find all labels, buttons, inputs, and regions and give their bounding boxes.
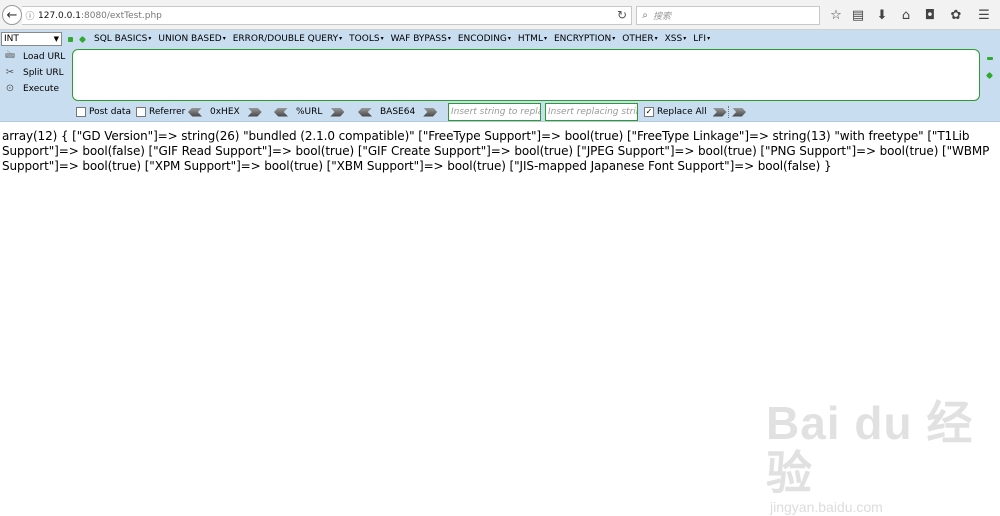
hex-encode-arrow-icon[interactable]: [247, 107, 262, 117]
split-url-label: Split URL: [23, 67, 64, 78]
search-icon: ⌕: [642, 10, 648, 21]
referrer-checkbox[interactable]: [136, 107, 146, 117]
menu-other[interactable]: OTHER: [622, 34, 657, 44]
post-data-option[interactable]: Post data: [76, 104, 131, 120]
menu-encryption[interactable]: ENCRYPTION: [554, 34, 615, 44]
hackbar-menu: SQL BASICS UNION BASED ERROR/DOUBLE QUER…: [94, 34, 717, 44]
load-url-label: Load URL: [23, 51, 66, 62]
download-icon[interactable]: ⬇: [874, 7, 890, 23]
menu-sql-basics[interactable]: SQL BASICS: [94, 34, 151, 44]
search-placeholder: 搜索: [653, 12, 672, 22]
menu-hamburger-icon[interactable]: ☰: [976, 7, 992, 23]
replace-all-option[interactable]: ✓ Replace All: [644, 104, 727, 120]
hackbar-panel: INT ▼ SQL BASICS UNION BASED ERROR/DOUBL…: [0, 30, 1000, 122]
url-encoder: %URL: [274, 104, 345, 120]
replace-all-label: Replace All: [657, 107, 707, 117]
back-button[interactable]: ←: [2, 5, 22, 25]
url-host: 127.0.0.1: [38, 10, 81, 21]
hex-label: 0xHEX: [210, 107, 240, 117]
base64-encoder: BASE64: [358, 104, 438, 120]
replace-string-input[interactable]: Insert string to replace: [448, 103, 541, 121]
base64-decode-arrow-icon[interactable]: [358, 107, 372, 117]
menu-encoding[interactable]: ENCODING: [458, 34, 511, 44]
extension-icon[interactable]: ✿: [948, 7, 964, 23]
execute-button[interactable]: ⊙ Execute: [3, 81, 59, 96]
reading-list-icon[interactable]: ▤: [850, 7, 866, 23]
expand-diamond-icon[interactable]: [985, 71, 994, 80]
replace-all-checkbox[interactable]: ✓: [644, 107, 654, 117]
search-bar[interactable]: ⌕ 搜索: [636, 6, 820, 25]
pocket-icon[interactable]: ◘: [922, 7, 938, 23]
bookmark-star-icon[interactable]: ☆: [828, 7, 844, 23]
menu-html[interactable]: HTML: [518, 34, 547, 44]
menu-lfi[interactable]: LFI: [693, 34, 710, 44]
replace-back-option: [732, 104, 746, 120]
page-output-text: array(12) { ["GD Version"]=> string(26) …: [2, 129, 990, 173]
menu-tools[interactable]: TOOLS: [349, 34, 383, 44]
load-url-button[interactable]: 🖮 Load URL: [3, 49, 65, 64]
watermark-domain: jingyan.baidu.com: [770, 499, 883, 515]
execute-icon: ⊙: [5, 83, 15, 94]
referrer-option[interactable]: Referrer: [136, 104, 185, 120]
post-data-label: Post data: [89, 107, 131, 117]
replace-back-arrow-icon[interactable]: [732, 107, 746, 117]
replacing-string-input[interactable]: Insert replacing string: [545, 103, 638, 121]
hex-encoder: 0xHEX: [188, 104, 262, 120]
info-icon[interactable]: ⓘ: [22, 9, 38, 22]
referrer-label: Referrer: [149, 107, 186, 117]
split-url-button[interactable]: ✂ Split URL: [3, 65, 64, 80]
baidu-watermark: Bai du 经验 jingyan.baidu.com: [766, 398, 996, 515]
divider: [728, 106, 729, 118]
menu-union-based[interactable]: UNION BASED: [158, 34, 225, 44]
load-url-icon: 🖮: [5, 50, 15, 61]
url-path: :8080/extTest.php: [80, 10, 162, 21]
base64-label: BASE64: [380, 107, 416, 117]
menu-error-double-query[interactable]: ERROR/DOUBLE QUERY: [233, 34, 342, 44]
chevron-down-icon: ▼: [53, 35, 59, 43]
type-select[interactable]: INT ▼: [1, 32, 62, 46]
green-diamond-icon[interactable]: [78, 35, 87, 44]
urlenc-label: %URL: [296, 107, 323, 117]
replace-arrow-icon[interactable]: [712, 107, 727, 117]
hex-decode-arrow-icon[interactable]: [188, 107, 202, 117]
watermark-brand: Bai du 经验: [766, 397, 974, 499]
browser-toolbar: ← ⓘ 127.0.0.1:8080/extTest.php ↻ ⌕ 搜索 ☆ …: [0, 0, 1000, 30]
split-url-icon: ✂: [5, 67, 15, 78]
url-decode-arrow-icon[interactable]: [274, 107, 288, 117]
post-data-checkbox[interactable]: [76, 107, 86, 117]
menu-xss[interactable]: XSS: [665, 34, 687, 44]
home-icon[interactable]: ⌂: [898, 7, 914, 23]
back-arrow-icon: ←: [6, 7, 18, 23]
base64-encode-arrow-icon[interactable]: [423, 107, 438, 117]
url-encode-arrow-icon[interactable]: [330, 107, 345, 117]
type-select-value: INT: [4, 34, 19, 44]
reload-icon[interactable]: ↻: [617, 8, 627, 22]
address-bar[interactable]: ⓘ 127.0.0.1:8080/extTest.php ↻: [22, 6, 632, 25]
execute-label: Execute: [23, 83, 59, 94]
collapse-minus-icon[interactable]: [987, 57, 993, 60]
url-textarea[interactable]: [72, 49, 980, 101]
menu-waf-bypass[interactable]: WAF BYPASS: [391, 34, 451, 44]
green-dot-icon[interactable]: [68, 37, 73, 42]
